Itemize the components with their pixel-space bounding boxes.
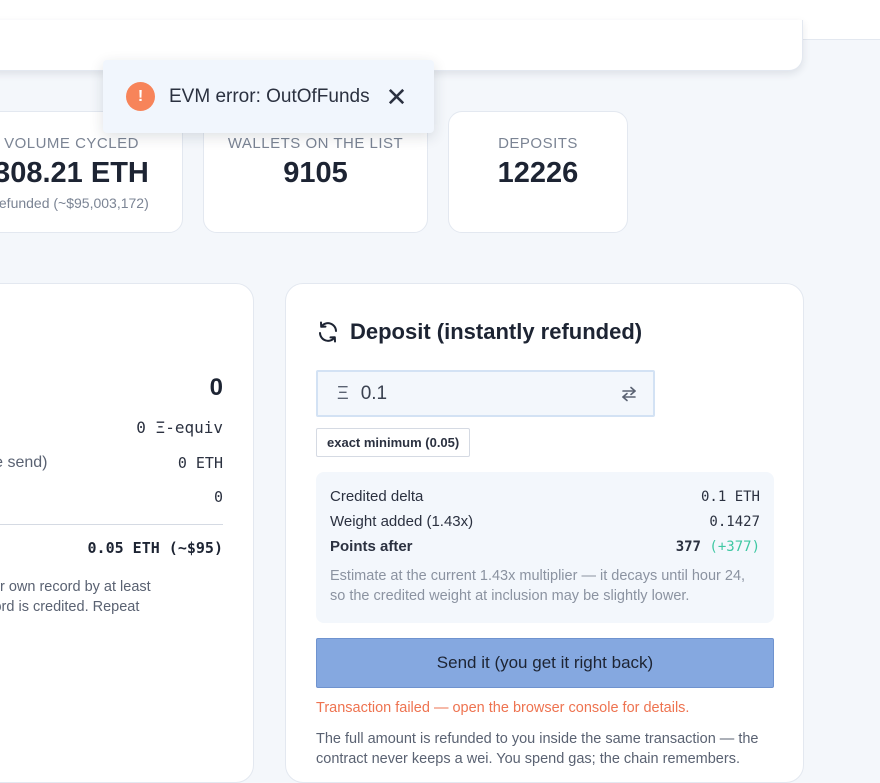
exact-minimum-button[interactable]: exact minimum (0.05): [316, 428, 471, 457]
weight-label: Weight added (1.43x): [330, 513, 474, 530]
record-score: 0: [209, 374, 223, 401]
points-delta: (+377): [709, 539, 760, 555]
points-row: Points after 377 (+377): [330, 538, 760, 555]
weight-value: 0.1427: [709, 514, 760, 530]
stat-deposits: DEPOSITS 12226: [448, 111, 628, 233]
record-beat-value: 0.05 ETH (~$95): [87, 539, 223, 557]
weight-row: Weight added (1.43x) 0.1427: [330, 513, 760, 530]
amount-input[interactable]: Ξ 0.1: [316, 370, 655, 417]
points-value: 377: [675, 539, 701, 555]
refund-footnote: The full amount is refunded to you insid…: [316, 731, 759, 767]
close-icon[interactable]: ✕: [386, 84, 408, 110]
stat-sub: refunded (~$95,003,172): [0, 195, 149, 211]
stat-label: VOLUME CYCLED: [4, 135, 139, 152]
transaction-error: Transaction failed — open the browser co…: [316, 700, 690, 716]
record-panel: 0 0 Ξ-equiv (one send) 0 ETH 0 0.05 ETH …: [0, 283, 254, 783]
credited-delta-row: Credited delta 0.1 ETH: [330, 488, 760, 505]
record-count-value: 0: [213, 488, 223, 506]
send-button[interactable]: Send it (you get it right back): [316, 638, 774, 688]
stat-value: 12226: [497, 157, 579, 189]
swap-arrows-icon[interactable]: [620, 385, 638, 403]
record-send-label: (one send): [0, 454, 48, 471]
record-send-value: 0 ETH: [177, 454, 223, 472]
stat-value: 308.21 ETH: [0, 157, 149, 189]
record-equiv: 0 Ξ-equiv: [136, 418, 223, 437]
points-value-group: 377 (+377): [676, 539, 760, 555]
deposit-title: Deposit (instantly refunded): [316, 319, 642, 345]
refresh-icon: [319, 321, 337, 343]
deposit-panel: Deposit (instantly refunded) Ξ 0.1 exact…: [285, 283, 804, 783]
record-note: To beat your own record by at least ... …: [0, 579, 151, 615]
error-toast: ! EVM error: OutOfFunds ✕: [103, 60, 434, 133]
toast-message: EVM error: OutOfFunds: [169, 85, 370, 107]
estimate-box: Credited delta 0.1 ETH Weight added (1.4…: [316, 472, 774, 623]
deposit-title-text: Deposit (instantly refunded): [350, 319, 643, 344]
points-label: Points after: [330, 538, 413, 555]
stat-value: 9105: [283, 157, 348, 189]
credited-delta-label: Credited delta: [330, 488, 424, 505]
amount-value[interactable]: 0.1: [361, 383, 387, 405]
eth-symbol: Ξ: [337, 383, 349, 403]
stat-label: DEPOSITS: [498, 135, 578, 152]
stat-label: WALLETS ON THE LIST: [227, 135, 404, 152]
estimate-note: Estimate at the current 1.43x multiplier…: [330, 568, 746, 604]
divider: [0, 524, 223, 525]
alert-icon: !: [126, 82, 155, 111]
credited-delta-value: 0.1 ETH: [700, 489, 760, 505]
